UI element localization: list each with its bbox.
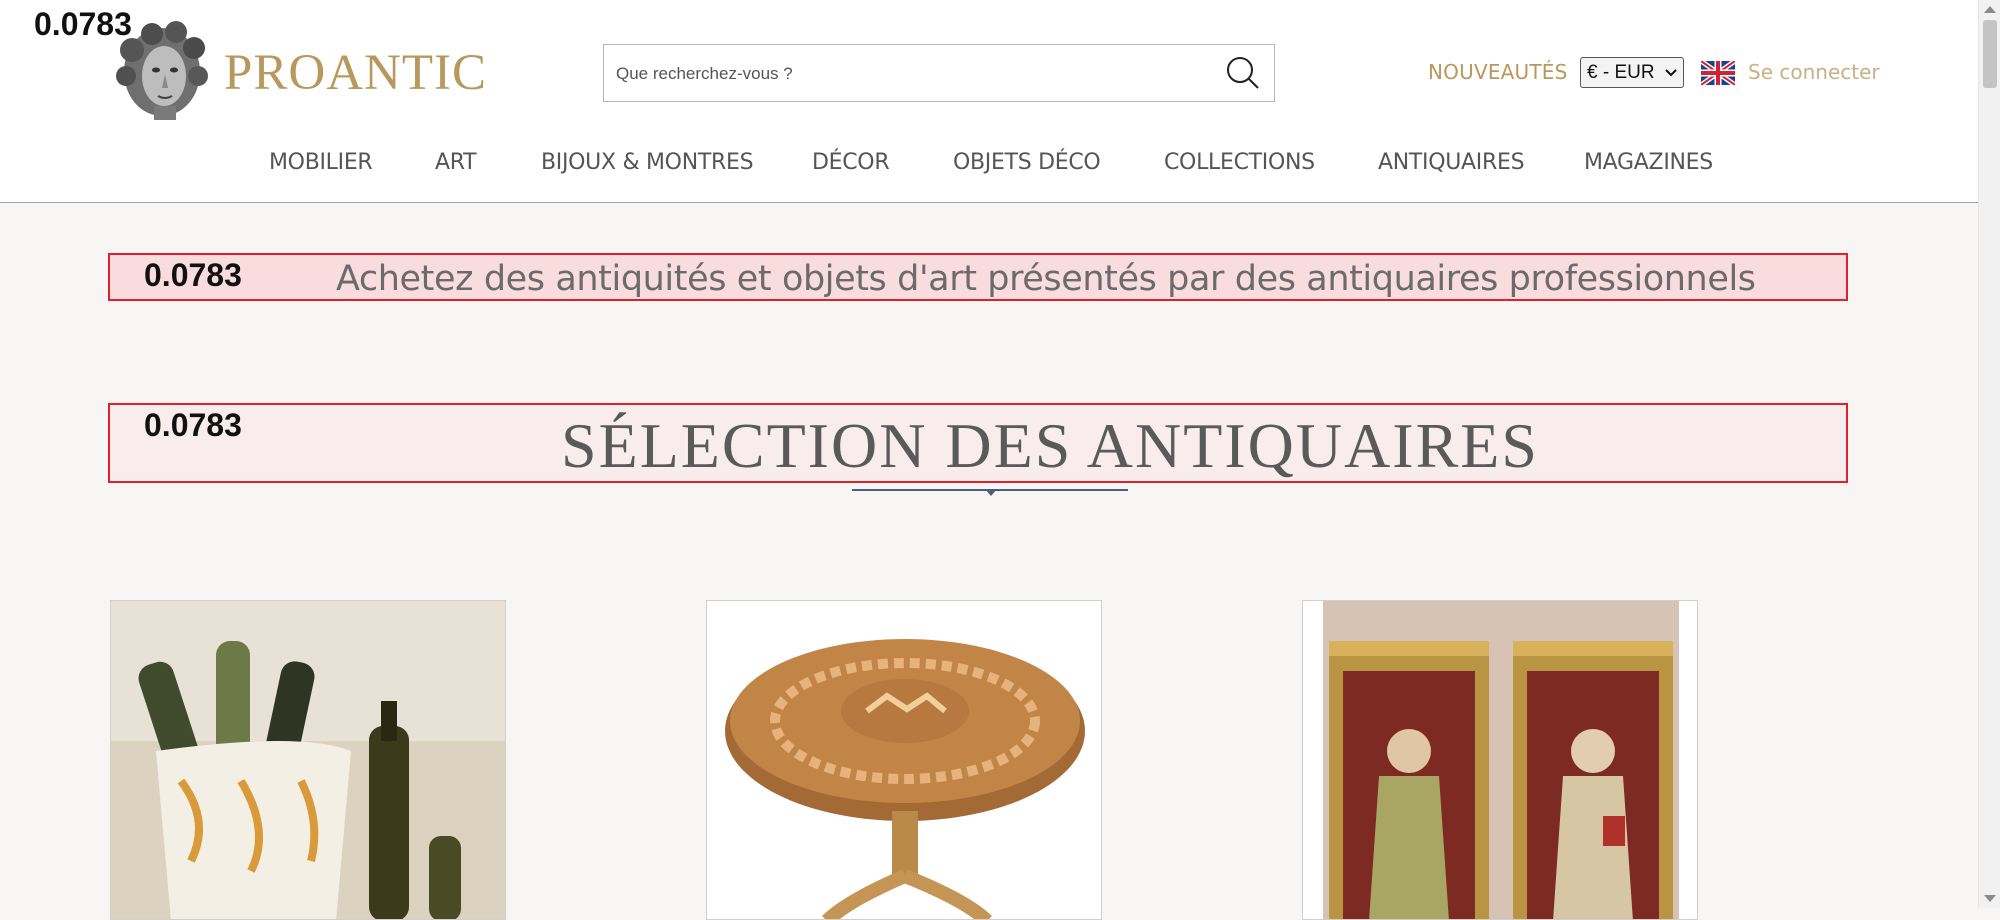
score-badge: 0.0783 (144, 407, 242, 443)
logo-text[interactable]: PROANTIC (224, 44, 487, 102)
nav-item-magazines[interactable]: MAGAZINES (1584, 150, 1713, 175)
nav-item-bijoux-montres[interactable]: BIJOUX & MONTRES (541, 150, 754, 175)
currency-select[interactable]: € - EUR (1580, 57, 1684, 88)
product-card-table[interactable] (706, 600, 1102, 920)
nouveautes-link[interactable]: NOUVEAUTÉS (1428, 60, 1568, 84)
score-badge: 0.0783 (144, 257, 242, 293)
nav-item-art[interactable]: ART (435, 150, 477, 175)
chevron-down-icon (1665, 68, 1677, 76)
product-card-bottles[interactable] (110, 600, 506, 920)
search-bar (603, 44, 1275, 103)
nav-item-mobilier[interactable]: MOBILIER (269, 150, 373, 175)
product-image (707, 601, 1101, 919)
scroll-down-icon[interactable] (1984, 895, 1996, 902)
product-card-saints[interactable] (1302, 600, 1698, 920)
uk-flag-icon[interactable] (1701, 61, 1735, 85)
main-nav: MOBILIER ART BIJOUX & MONTRES DÉCOR OBJE… (0, 150, 1978, 180)
currency-value: € - EUR (1587, 61, 1655, 83)
tagline-highlight: 0.0783 Achetez des antiquités et objets … (108, 253, 1848, 301)
title-divider-arrow (985, 489, 997, 496)
search-icon[interactable] (1222, 53, 1264, 93)
nav-item-objets-deco[interactable]: OBJETS DÉCO (953, 150, 1101, 175)
search-input[interactable] (614, 45, 1198, 103)
score-badge: 0.0783 (34, 6, 132, 42)
page-scrollbar[interactable] (1978, 0, 2000, 908)
login-link[interactable]: Se connecter (1748, 60, 1880, 84)
section-title: SÉLECTION DES ANTIQUAIRES (561, 410, 1539, 481)
product-image (1303, 601, 1697, 919)
product-image (111, 601, 505, 919)
tagline: Achetez des antiquités et objets d'art p… (336, 259, 1756, 299)
section-title-highlight: 0.0783 SÉLECTION DES ANTIQUAIRES (108, 403, 1848, 483)
site-header: PROANTIC NOUVEAUTÉS € - EUR Se connecter… (0, 0, 1978, 203)
nav-item-decor[interactable]: DÉCOR (812, 150, 890, 175)
nav-item-antiquaires[interactable]: ANTIQUAIRES (1378, 150, 1525, 175)
scroll-up-icon[interactable] (1984, 6, 1996, 13)
scroll-thumb[interactable] (1983, 20, 1997, 88)
nav-item-collections[interactable]: COLLECTIONS (1164, 150, 1315, 175)
